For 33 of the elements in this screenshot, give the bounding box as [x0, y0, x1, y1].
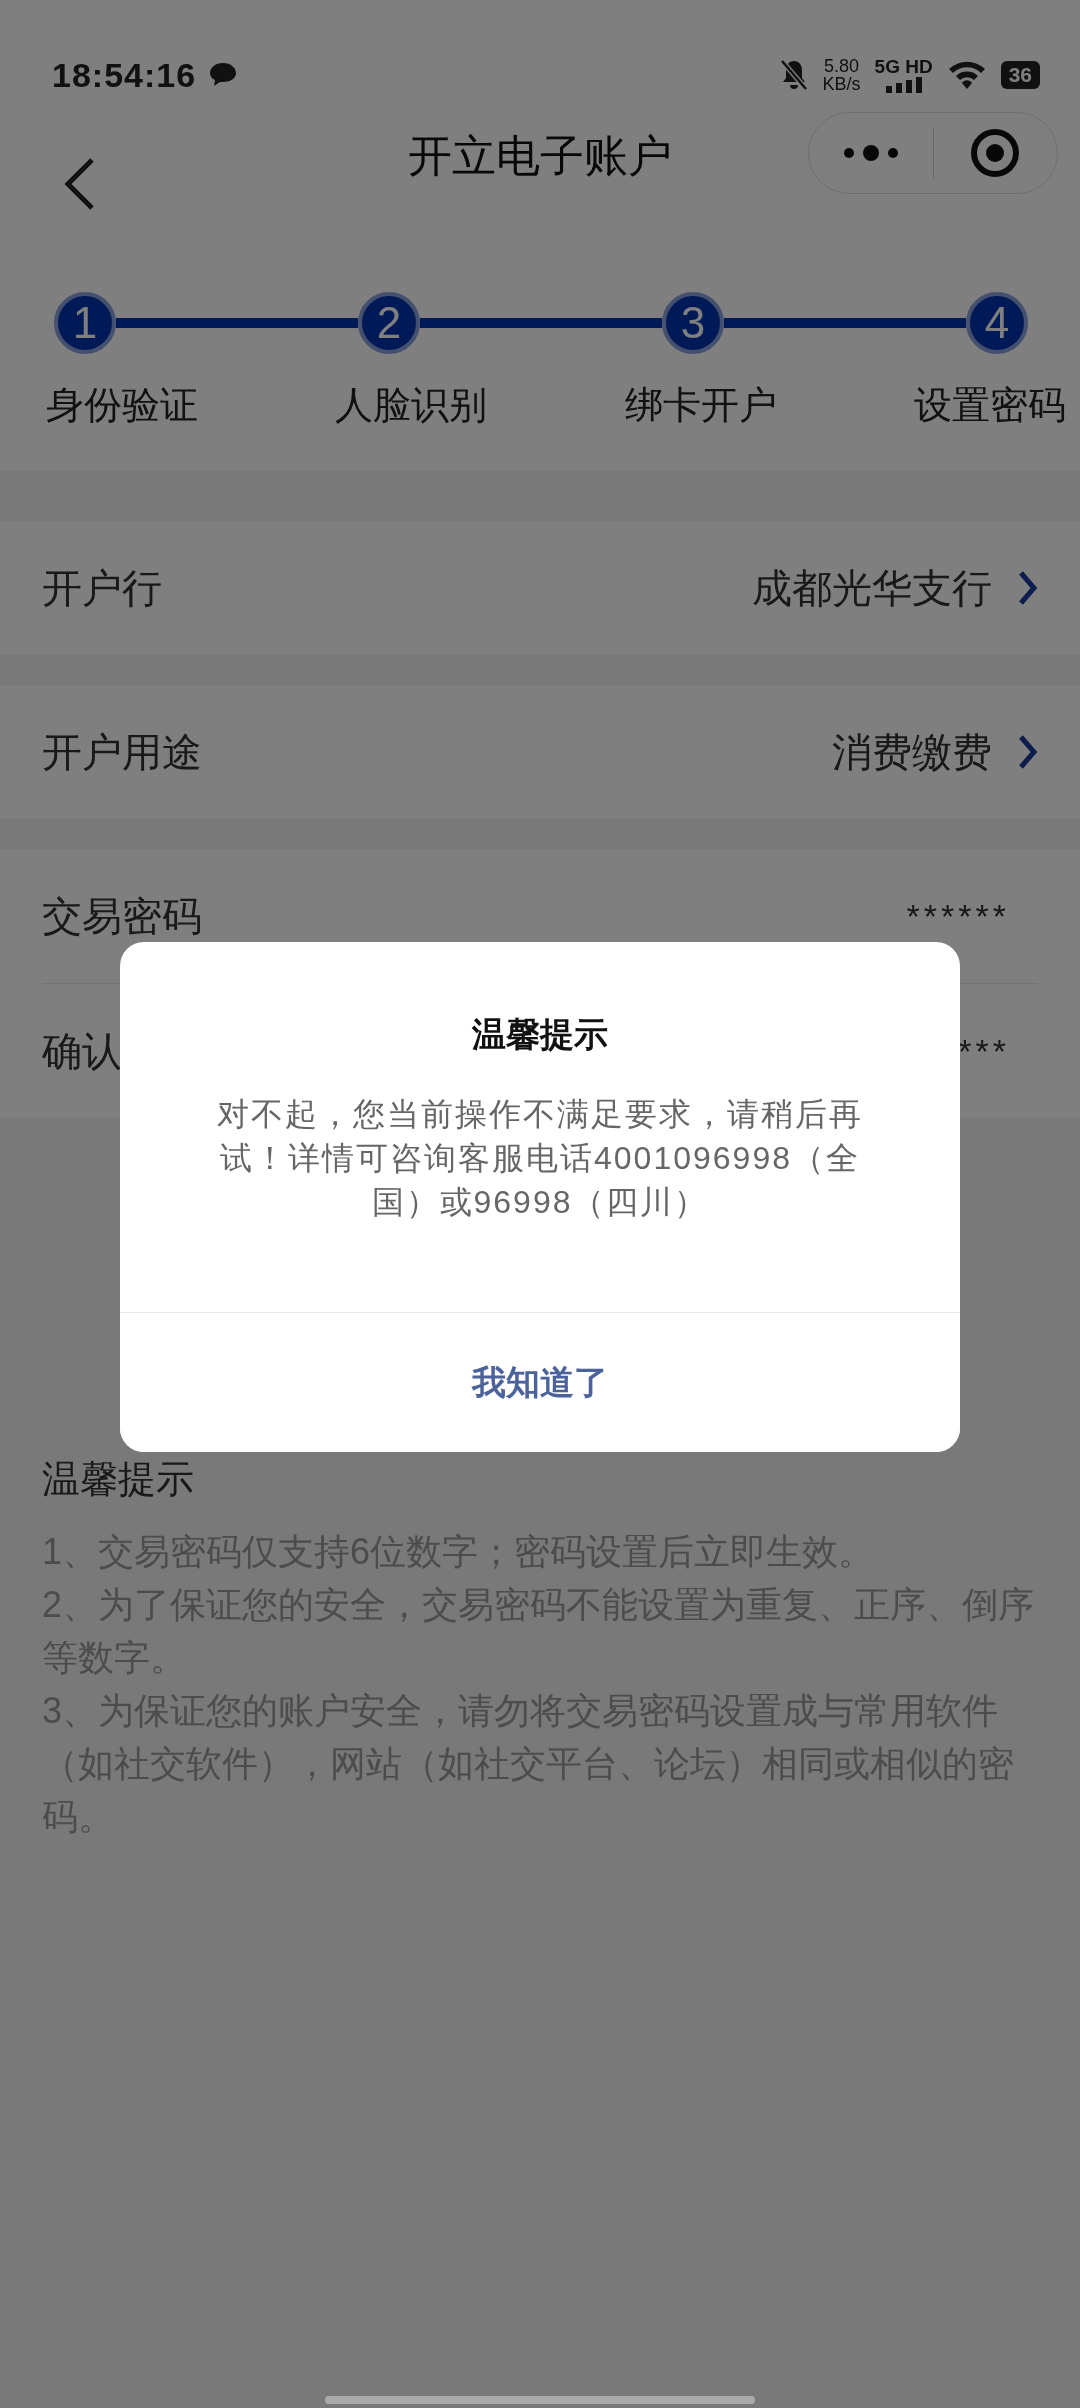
step-label: 绑卡开户: [624, 383, 777, 428]
chevron-right-icon: [1018, 570, 1038, 606]
field-label: 交易密码: [42, 892, 202, 940]
step-number: 2: [358, 292, 420, 354]
battery-level: 36: [1000, 61, 1040, 89]
field-value[interactable]: 消费缴费: [832, 724, 992, 780]
network-type: 5G HD: [874, 57, 933, 77]
step-label: 人脸识别: [335, 383, 488, 428]
step-number: 4: [966, 292, 1028, 354]
page-title: 开立电子账户: [408, 130, 672, 182]
step-label: 设置密码: [914, 383, 1066, 428]
record-icon: [970, 128, 1021, 178]
signal-icon: [883, 77, 924, 93]
chat-bubble-icon: [208, 61, 239, 89]
field-label: 确认: [42, 1027, 122, 1075]
confirm-button[interactable]: 我知道了: [120, 1312, 960, 1452]
network-speed: 5.80: [824, 57, 860, 75]
step-label: 身份验证: [46, 383, 198, 428]
field-label: 开户用途: [42, 728, 202, 776]
dialog-message: 对不起，您当前操作不满足要求，请稍后再试！详情可咨询客服电话4001096998（全国）或96998（四川）: [216, 1095, 864, 1222]
password-field[interactable]: ******: [906, 896, 1038, 936]
tips-title: 温馨提示: [42, 1457, 195, 1502]
password-field[interactable]: ***: [958, 1031, 1038, 1071]
field-value[interactable]: 成都光华支行: [752, 560, 992, 616]
speed-unit: KB/s: [822, 75, 861, 93]
more-icon: [842, 143, 899, 163]
step-number: 3: [662, 292, 724, 354]
chevron-right-icon: [1018, 734, 1038, 770]
dialog-title: 温馨提示: [471, 1014, 609, 1055]
step-number: 1: [54, 292, 116, 354]
clock-time: 18:54:16: [52, 55, 197, 95]
field-label: 开户行: [42, 564, 162, 612]
muted-bell-icon: [778, 58, 809, 92]
